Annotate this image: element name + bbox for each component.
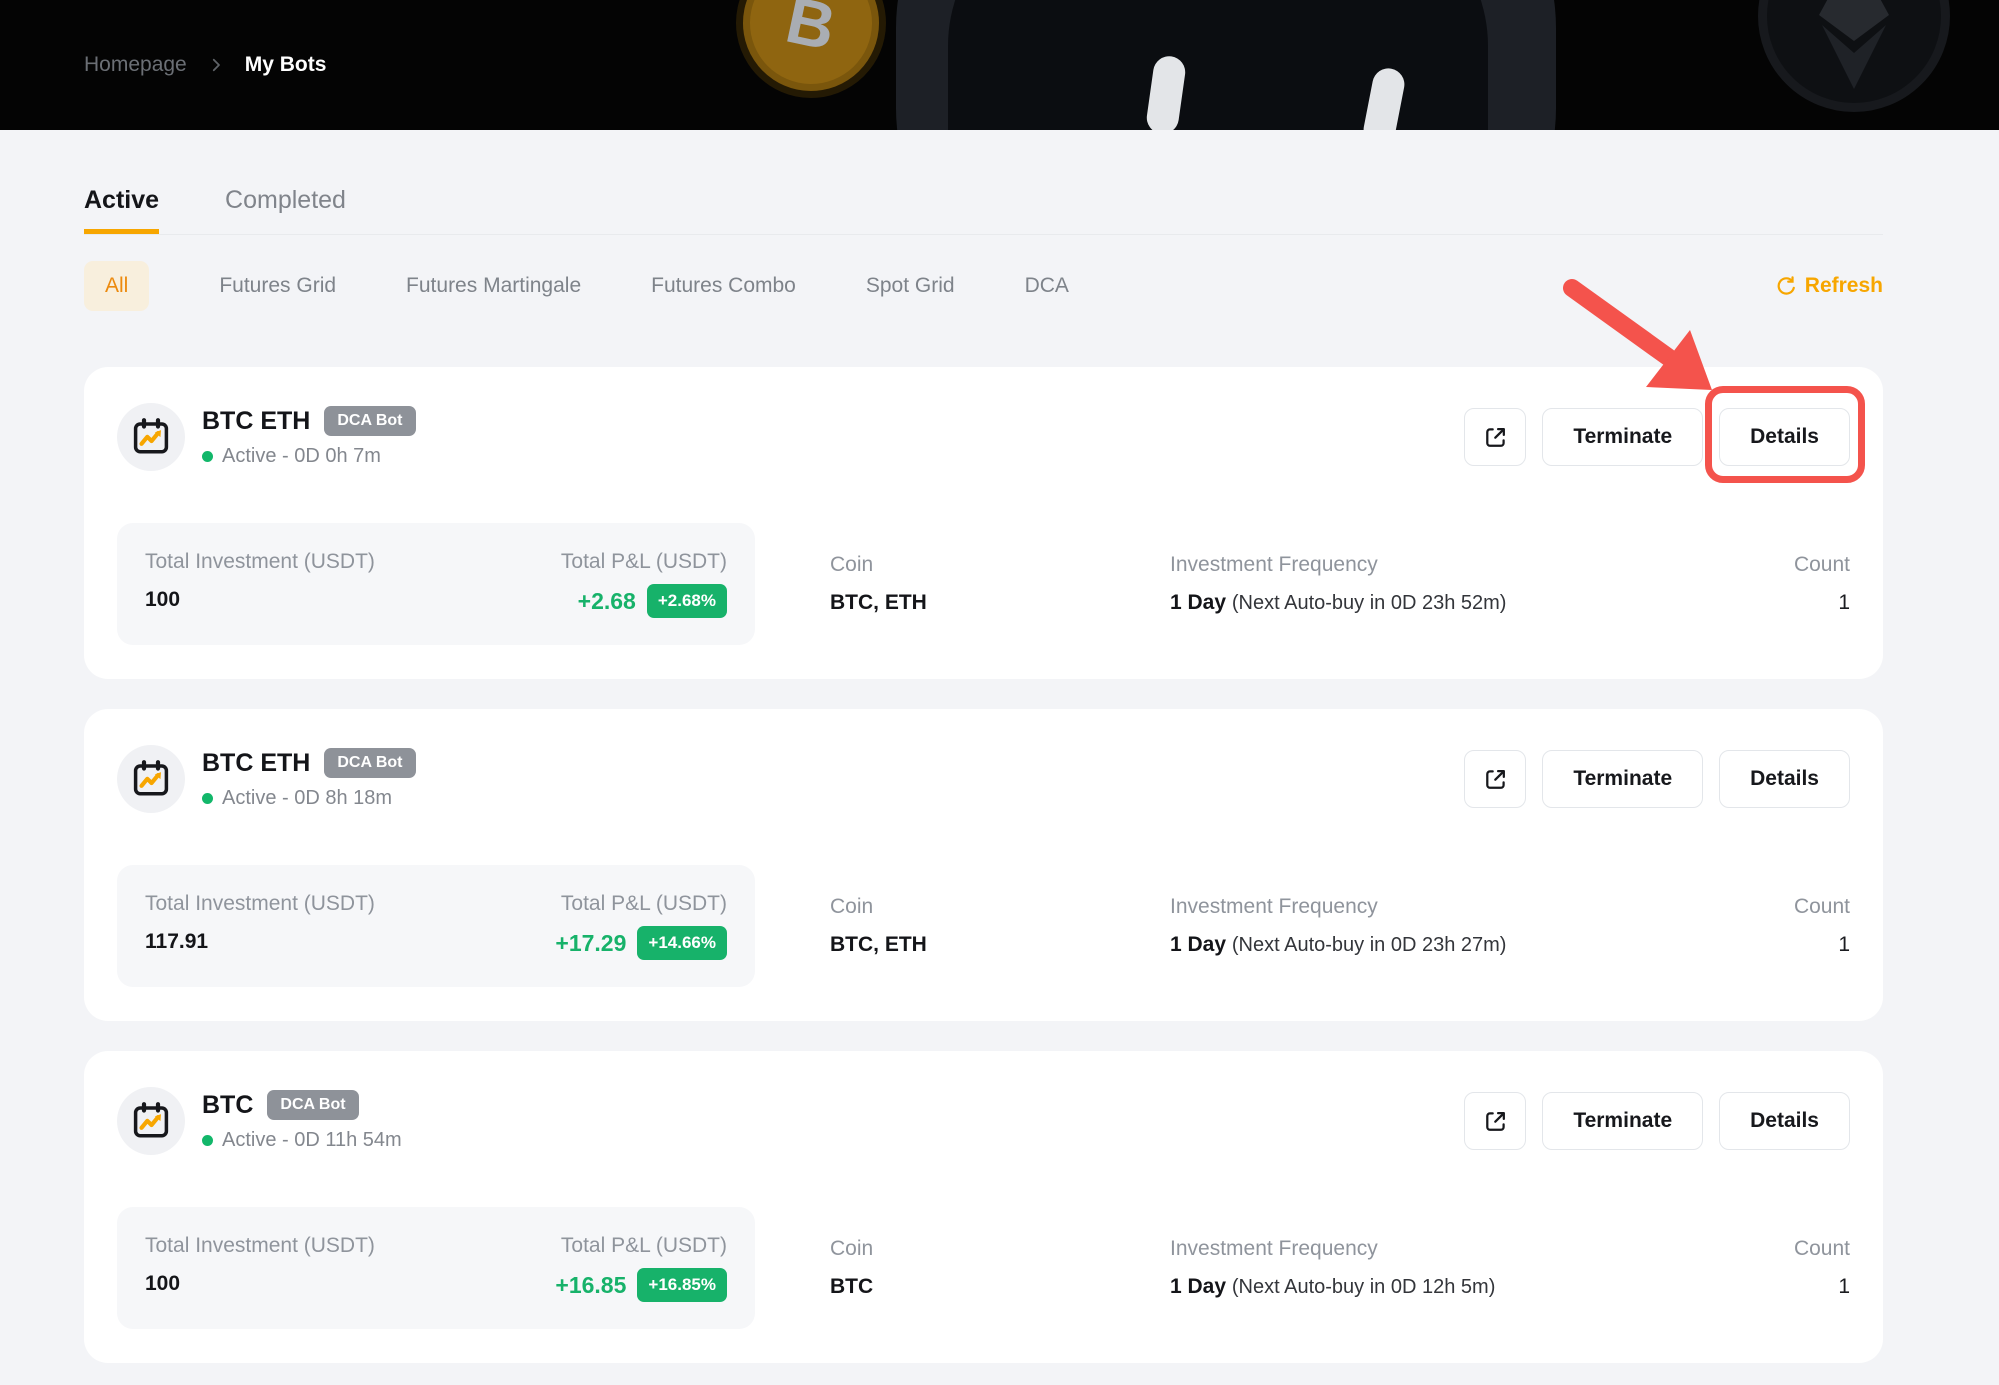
total-investment-label: Total Investment (USDT) [145, 1234, 555, 1258]
total-investment-label: Total Investment (USDT) [145, 892, 555, 916]
calendar-chart-icon [130, 1100, 172, 1142]
bot-pair-title: BTC [202, 1091, 253, 1120]
total-investment-value: 100 [145, 1271, 555, 1296]
bot-type-badge: DCA Bot [267, 1090, 358, 1120]
frequency-value: 1 Day [1170, 1275, 1226, 1298]
bot-status-text: Active - 0D 8h 18m [222, 787, 392, 810]
frequency-note: (Next Auto-buy in 0D 23h 52m) [1232, 592, 1507, 614]
bot-meta: BTC ETH DCA Bot Active - 0D 0h 7m [202, 406, 416, 468]
count-label: Count [1794, 1237, 1850, 1261]
total-investment-value: 100 [145, 587, 561, 612]
frequency-label: Investment Frequency [1170, 895, 1794, 919]
coin-label: Coin [830, 895, 1170, 919]
external-link-icon [1482, 424, 1509, 451]
filter-pill-futures-combo[interactable]: Futures Combo [651, 274, 796, 298]
count-value: 1 [1794, 1274, 1850, 1299]
bot-type-badge: DCA Bot [324, 406, 415, 436]
investment-pnl-panel: Total Investment (USDT) 100 Total P&L (U… [117, 1207, 755, 1329]
dca-bot-icon [117, 1087, 185, 1155]
bot-pair-title: BTC ETH [202, 749, 310, 778]
filter-pill-futures-martingale[interactable]: Futures Martingale [406, 274, 581, 298]
ethereum-coin-graphic [1758, 0, 1950, 112]
frequency-label: Investment Frequency [1170, 553, 1794, 577]
frequency-label: Investment Frequency [1170, 1237, 1794, 1261]
frequency-value: 1 Day [1170, 933, 1226, 956]
terminate-button[interactable]: Terminate [1542, 1092, 1703, 1150]
page-header: B Homepage My Bots [0, 0, 1999, 130]
breadcrumb-current-page: My Bots [245, 53, 327, 77]
filter-pill-dca[interactable]: DCA [1025, 274, 1069, 298]
pnl-percent-badge: +16.85% [637, 1268, 727, 1302]
bot-card: BTC ETH DCA Bot Active - 0D 8h 18m Termi… [84, 709, 1883, 1021]
investment-pnl-panel: Total Investment (USDT) 100 Total P&L (U… [117, 523, 755, 645]
bot-meta: BTC ETH DCA Bot Active - 0D 8h 18m [202, 748, 416, 810]
coin-value: BTC, ETH [830, 932, 1170, 957]
annotation-highlight-box [1705, 386, 1865, 483]
bot-pair-title: BTC ETH [202, 407, 310, 436]
count-value: 1 [1794, 590, 1850, 615]
coin-label: Coin [830, 1237, 1170, 1261]
external-link-icon [1482, 1108, 1509, 1135]
count-label: Count [1794, 553, 1850, 577]
bot-type-badge: DCA Bot [324, 748, 415, 778]
details-button[interactable]: Details [1719, 750, 1850, 808]
bot-stats-row: Total Investment (USDT) 100 Total P&L (U… [117, 523, 1850, 645]
bots-tabs: Active Completed [84, 130, 1883, 235]
investment-pnl-panel: Total Investment (USDT) 117.91 Total P&L… [117, 865, 755, 987]
total-investment-label: Total Investment (USDT) [145, 550, 561, 574]
pnl-value: +2.68 [578, 588, 636, 615]
tab-completed[interactable]: Completed [225, 186, 346, 234]
open-bot-button[interactable] [1464, 750, 1526, 808]
calendar-chart-icon [130, 758, 172, 800]
filter-pill-futures-grid[interactable]: Futures Grid [219, 274, 336, 298]
breadcrumb-homepage-link[interactable]: Homepage [84, 53, 187, 77]
calendar-chart-icon [130, 416, 172, 458]
filter-pill-all[interactable]: All [84, 261, 149, 311]
external-link-icon [1482, 766, 1509, 793]
bot-status-text: Active - 0D 0h 7m [222, 445, 381, 468]
bot-status-text: Active - 0D 11h 54m [222, 1129, 402, 1152]
terminate-button[interactable]: Terminate [1542, 750, 1703, 808]
details-button[interactable]: Details [1719, 1092, 1850, 1150]
coin-value: BTC [830, 1274, 1170, 1299]
pnl-percent-badge: +2.68% [647, 584, 727, 618]
bot-meta: BTC DCA Bot Active - 0D 11h 54m [202, 1090, 402, 1152]
bot-stats-row: Total Investment (USDT) 117.91 Total P&L… [117, 865, 1850, 987]
frequency-value: 1 Day [1170, 591, 1226, 614]
ethereum-diamond-icon [1767, 0, 1941, 103]
pnl-value: +16.85 [555, 1272, 626, 1299]
coin-value: BTC, ETH [830, 590, 1170, 615]
count-value: 1 [1794, 932, 1850, 957]
bitcoin-symbol: B [780, 0, 842, 65]
frequency-note: (Next Auto-buy in 0D 23h 27m) [1232, 934, 1507, 956]
filter-pill-spot-grid[interactable]: Spot Grid [866, 274, 955, 298]
bot-card: BTC DCA Bot Active - 0D 11h 54m Terminat… [84, 1051, 1883, 1363]
tab-active[interactable]: Active [84, 186, 159, 234]
card-actions: Terminate Details [1464, 1092, 1850, 1150]
total-pnl-label: Total P&L (USDT) [555, 1234, 727, 1258]
chevron-right-icon [207, 56, 225, 74]
total-pnl-label: Total P&L (USDT) [555, 892, 727, 916]
status-dot-icon [202, 1135, 213, 1146]
count-label: Count [1794, 895, 1850, 919]
pnl-percent-badge: +14.66% [637, 926, 727, 960]
robot-face-graphic [948, 0, 1488, 130]
total-pnl-label: Total P&L (USDT) [561, 550, 727, 574]
pnl-value: +17.29 [555, 930, 626, 957]
open-bot-button[interactable] [1464, 1092, 1526, 1150]
breadcrumb: Homepage My Bots [84, 53, 326, 77]
status-dot-icon [202, 793, 213, 804]
dca-bot-icon [117, 403, 185, 471]
frequency-note: (Next Auto-buy in 0D 12h 5m) [1232, 1276, 1495, 1298]
total-investment-value: 117.91 [145, 929, 555, 954]
card-actions: Terminate Details [1464, 750, 1850, 808]
bot-stats-row: Total Investment (USDT) 100 Total P&L (U… [117, 1207, 1850, 1329]
dca-bot-icon [117, 745, 185, 813]
bitcoin-coin-graphic: B [722, 0, 900, 112]
status-dot-icon [202, 451, 213, 462]
coin-label: Coin [830, 553, 1170, 577]
open-bot-button[interactable] [1464, 408, 1526, 466]
